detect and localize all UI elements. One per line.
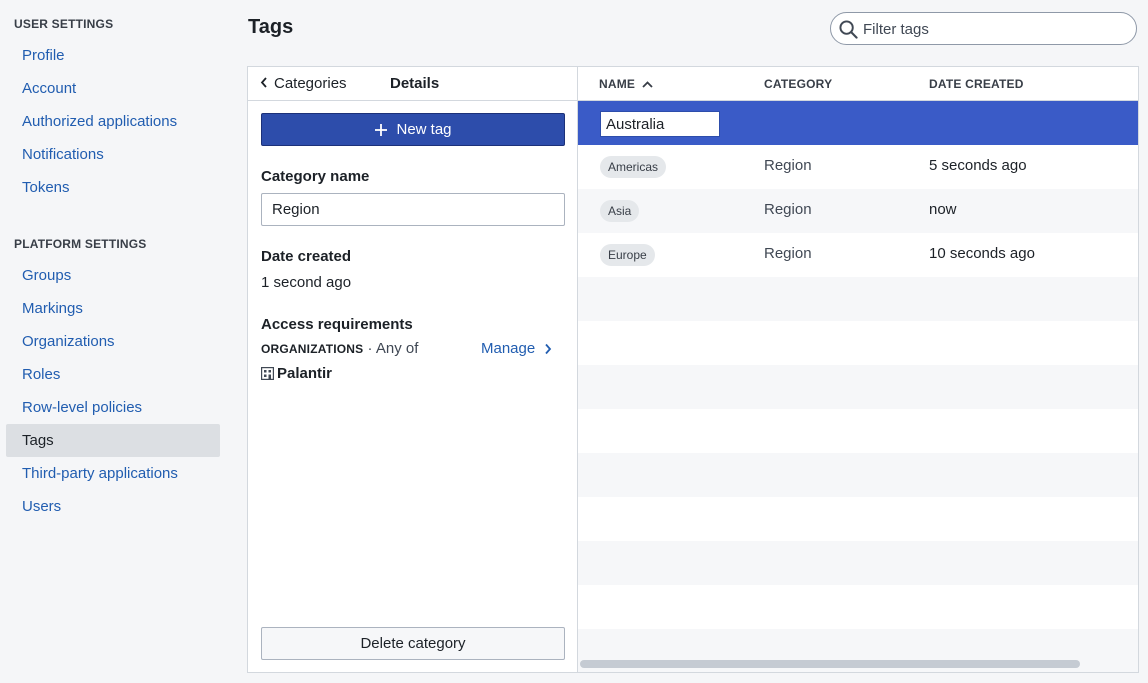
horizontal-scrollbar[interactable] bbox=[580, 660, 1080, 668]
organizations-suffix: · Any of bbox=[367, 340, 419, 357]
empty-row bbox=[578, 409, 1138, 453]
date-cell: 5 seconds ago bbox=[929, 157, 1027, 174]
tab-details[interactable]: Details bbox=[390, 75, 439, 92]
sidebar-item-groups[interactable]: Groups bbox=[6, 259, 220, 292]
table-row[interactable]: Asia Region now bbox=[578, 189, 1138, 233]
tab-categories-label: Categories bbox=[274, 75, 347, 92]
tab-categories[interactable]: Categories bbox=[260, 75, 347, 92]
empty-row bbox=[578, 541, 1138, 585]
sidebar-item-markings[interactable]: Markings bbox=[6, 292, 220, 325]
column-header-date-created[interactable]: DATE CREATED bbox=[929, 77, 1024, 91]
sidebar-item-tags[interactable]: Tags bbox=[6, 424, 220, 457]
category-cell: Region bbox=[764, 245, 812, 262]
chevron-left-icon bbox=[260, 75, 268, 92]
empty-row bbox=[578, 277, 1138, 321]
organizations-caps: ORGANIZATIONS bbox=[261, 342, 364, 356]
column-header-name[interactable]: NAME bbox=[599, 77, 653, 91]
tags-table: NAME CATEGORY DATE CREATED Americas Regi… bbox=[578, 67, 1138, 672]
new-tag-button[interactable]: New tag bbox=[261, 113, 565, 146]
sidebar-item-row-level-policies[interactable]: Row-level policies bbox=[6, 391, 220, 424]
organization-name: Palantir bbox=[277, 365, 333, 382]
category-cell: Region bbox=[764, 201, 812, 218]
delete-category-button[interactable]: Delete category bbox=[261, 627, 565, 660]
new-tag-label: New tag bbox=[396, 121, 452, 138]
sidebar-item-tokens[interactable]: Tokens bbox=[6, 171, 220, 204]
category-cell: Region bbox=[764, 157, 812, 174]
tags-card: Categories Details New tag Category name… bbox=[247, 66, 1139, 673]
sidebar-item-organizations[interactable]: Organizations bbox=[6, 325, 220, 358]
page-title: Tags bbox=[248, 16, 294, 38]
chevron-up-icon bbox=[642, 80, 653, 88]
details-panel: Categories Details New tag Category name… bbox=[248, 67, 578, 672]
category-name-label: Category name bbox=[261, 168, 370, 185]
table-row-editing[interactable] bbox=[578, 101, 1138, 145]
new-tag-name-input[interactable] bbox=[600, 111, 720, 137]
sidebar: USER SETTINGS Profile Account Authorized… bbox=[0, 0, 228, 683]
date-cell: now bbox=[929, 201, 957, 218]
manage-link[interactable]: Manage bbox=[481, 340, 552, 357]
table-header: NAME CATEGORY DATE CREATED bbox=[578, 67, 1138, 101]
tag-pill: Asia bbox=[600, 200, 640, 222]
sidebar-item-account[interactable]: Account bbox=[6, 72, 220, 105]
empty-row bbox=[578, 585, 1138, 629]
sidebar-item-users[interactable]: Users bbox=[6, 490, 220, 523]
sidebar-item-authorized-applications[interactable]: Authorized applications bbox=[6, 105, 220, 138]
date-cell: 10 seconds ago bbox=[929, 245, 1035, 262]
column-name-label: NAME bbox=[599, 77, 636, 91]
manage-label: Manage bbox=[481, 340, 536, 357]
table-row[interactable]: Americas Region 5 seconds ago bbox=[578, 145, 1138, 189]
tag-pill: Americas bbox=[600, 156, 667, 178]
sidebar-item-profile[interactable]: Profile bbox=[6, 39, 220, 72]
building-icon bbox=[261, 367, 274, 380]
chevron-right-icon bbox=[544, 343, 552, 355]
organizations-requirement: ORGANIZATIONS · Any of bbox=[261, 340, 418, 357]
empty-row bbox=[578, 321, 1138, 365]
empty-row bbox=[578, 365, 1138, 409]
search-input[interactable] bbox=[863, 17, 1125, 41]
organization-item: Palantir bbox=[261, 365, 332, 382]
sidebar-item-roles[interactable]: Roles bbox=[6, 358, 220, 391]
table-row[interactable]: Europe Region 10 seconds ago bbox=[578, 233, 1138, 277]
category-name-input[interactable] bbox=[261, 193, 565, 226]
date-created-value: 1 second ago bbox=[261, 274, 352, 291]
plus-icon bbox=[374, 123, 388, 137]
sidebar-item-notifications[interactable]: Notifications bbox=[6, 138, 220, 171]
platform-settings-header: PLATFORM SETTINGS bbox=[14, 237, 147, 251]
search-box[interactable] bbox=[830, 12, 1137, 45]
date-created-label: Date created bbox=[261, 248, 352, 265]
sidebar-item-third-party-applications[interactable]: Third-party applications bbox=[6, 457, 220, 490]
access-requirements-label: Access requirements bbox=[261, 316, 413, 333]
empty-row bbox=[578, 497, 1138, 541]
details-tabs: Categories Details bbox=[248, 67, 577, 101]
search-icon bbox=[839, 20, 858, 39]
user-settings-header: USER SETTINGS bbox=[14, 17, 114, 31]
empty-row bbox=[578, 453, 1138, 497]
column-header-category[interactable]: CATEGORY bbox=[764, 77, 832, 91]
tag-pill: Europe bbox=[600, 244, 655, 266]
